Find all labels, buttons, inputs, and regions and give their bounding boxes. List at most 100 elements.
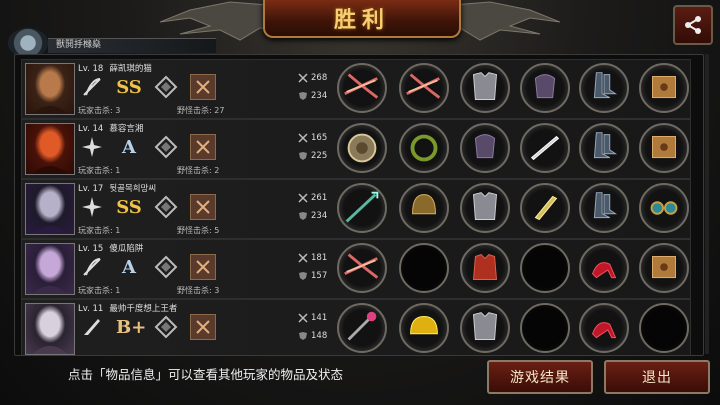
spear-item	[345, 191, 379, 223]
monster-kills: 野怪击杀: 5	[177, 226, 220, 235]
monster-kills: 野怪击杀: 27	[177, 106, 225, 115]
attack-icon	[298, 133, 308, 143]
player-badges: SS	[80, 194, 228, 220]
defense-icon	[299, 332, 307, 340]
item-slot[interactable]	[460, 183, 510, 233]
attack-value: 141	[311, 313, 328, 323]
chest-armor-item	[472, 72, 498, 100]
defense-value: 148	[311, 331, 328, 341]
player-portrait[interactable]	[25, 183, 75, 235]
player-name: 獸鬨抙橼燊	[56, 40, 102, 50]
player-portrait[interactable]	[25, 123, 75, 175]
item-slot[interactable]	[579, 123, 629, 173]
loot-box-item	[652, 256, 676, 279]
defense-value: 234	[311, 91, 328, 101]
rank-tier-icon	[154, 195, 178, 219]
item-slot[interactable]	[520, 243, 570, 293]
item-slot[interactable]	[579, 243, 629, 293]
item-slot[interactable]	[460, 243, 510, 293]
item-slot[interactable]	[520, 123, 570, 173]
exit-button[interactable]: 退出	[604, 360, 710, 394]
defense-value: 234	[311, 211, 328, 221]
item-slot[interactable]	[460, 123, 510, 173]
player-level: Lv. 18	[78, 64, 104, 74]
item-slot[interactable]	[579, 183, 629, 233]
attack-icon	[298, 73, 308, 83]
shuriken-icon	[80, 195, 104, 219]
wreath-item	[410, 134, 438, 162]
player-portrait[interactable]	[25, 63, 75, 115]
player-kills: 玩家击杀: 1	[78, 226, 121, 235]
player-stats: 141 148	[298, 309, 327, 345]
player-row[interactable]: Lv. 14 慕容言湘 A 玩家击杀: 1 野怪击杀: 2 165 225	[21, 119, 691, 179]
item-slot[interactable]	[639, 303, 689, 353]
item-slot[interactable]	[399, 243, 449, 293]
player-level: Lv. 11	[78, 304, 104, 314]
item-slot[interactable]	[460, 63, 510, 113]
attack-value: 181	[311, 253, 328, 263]
boots-item	[593, 72, 618, 99]
rank-badge: A	[122, 136, 136, 158]
player-portrait[interactable]	[25, 243, 75, 295]
crossbow-item	[344, 73, 379, 99]
player-level-name: Lv. 15 傻瓜陷阱	[78, 242, 143, 254]
rank-tier-icon	[154, 255, 178, 279]
defense-icon	[299, 92, 307, 100]
victory-title-plate: 胜利	[263, 0, 461, 38]
attack-value: 268	[311, 73, 328, 83]
item-slot[interactable]	[399, 183, 449, 233]
item-slot[interactable]	[337, 303, 387, 353]
item-slot[interactable]	[399, 123, 449, 173]
item-slot[interactable]	[520, 303, 570, 353]
player-badges: SS	[80, 74, 228, 100]
item-slot[interactable]	[520, 63, 570, 113]
crossbow-item	[406, 73, 441, 99]
results-panel[interactable]: Lv. 18 薛凯琪的猫 SS 玩家击杀: 3 野怪击杀: 27 268 234 L…	[14, 54, 704, 356]
player-kills: 玩家击杀: 1	[78, 286, 121, 295]
item-slot[interactable]	[639, 123, 689, 173]
player-row[interactable]: Lv. 17 뒷골목희망씨 SS 玩家击杀: 1 野怪击杀: 5 261 234	[21, 179, 691, 239]
item-slot[interactable]	[337, 243, 387, 293]
knife-icon	[80, 315, 104, 339]
rank-badge: SS	[116, 196, 142, 218]
player-portrait[interactable]	[25, 303, 75, 355]
bow-icon	[80, 255, 104, 279]
player-row[interactable]: Lv. 15 傻瓜陷阱 A 玩家击杀: 1 野怪击杀: 3 181 157	[21, 239, 691, 299]
player-row[interactable]: Lv. 18 薛凯琪的猫 SS 玩家击杀: 3 野怪击杀: 27 268 234	[21, 59, 691, 119]
player-level: Lv. 14	[78, 124, 104, 134]
item-slot[interactable]	[337, 63, 387, 113]
rank-badge: A	[122, 256, 136, 278]
rank-tier-icon	[154, 75, 178, 99]
player-badges: A	[80, 254, 228, 280]
item-slot[interactable]	[399, 303, 449, 353]
player-row[interactable]: Lv. 11 最帅千度想上王者 B+ 141 148	[21, 299, 691, 355]
hardhat-item	[410, 316, 438, 335]
player-name: 傻瓜陷阱	[109, 244, 144, 254]
game-result-button[interactable]: 游戏结果	[487, 360, 593, 394]
player-level: Lv. 17	[78, 184, 104, 194]
share-button[interactable]	[673, 5, 713, 45]
scrollbar[interactable]	[705, 54, 709, 354]
item-slot[interactable]	[337, 183, 387, 233]
attack-icon	[298, 313, 308, 323]
player-level-name: Lv. 17 뒷골목희망씨	[78, 182, 156, 194]
item-slot[interactable]	[337, 123, 387, 173]
attack-icon	[298, 253, 308, 263]
rank-badge: SS	[116, 76, 142, 98]
defense-value: 225	[311, 151, 328, 161]
item-slot[interactable]	[639, 243, 689, 293]
item-slot[interactable]	[579, 63, 629, 113]
item-slot[interactable]	[579, 303, 629, 353]
item-slot[interactable]	[460, 303, 510, 353]
player-level: Lv. 15	[78, 244, 104, 254]
player-kills: 玩家击杀: 1	[78, 166, 121, 175]
sword-item	[530, 135, 560, 161]
item-slot[interactable]	[639, 183, 689, 233]
item-slot[interactable]	[639, 63, 689, 113]
crossbow-item	[344, 253, 379, 279]
gauntlet-item	[474, 134, 496, 159]
item-slot[interactable]	[520, 183, 570, 233]
item-slot[interactable]	[399, 63, 449, 113]
attack-value: 165	[311, 133, 328, 143]
player-name: 最帅千度想上王者	[109, 304, 178, 314]
